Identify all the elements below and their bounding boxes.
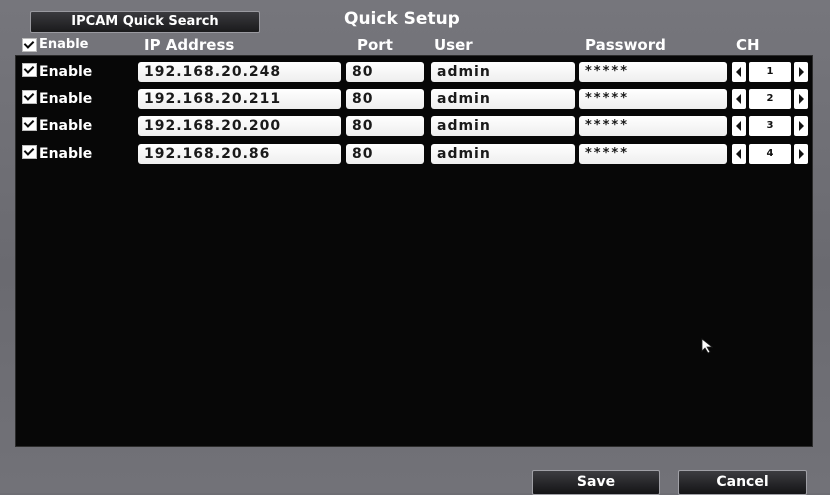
cancel-button[interactable]: Cancel [678,470,807,495]
camera-row: Enable 192.168.20.211 80 admin ***** 2 [0,88,830,110]
enable-toggle[interactable]: Enable [22,117,92,135]
channel-selector: 2 [732,89,808,109]
chevron-left-icon[interactable] [732,116,746,136]
camera-row: Enable 192.168.20.248 80 admin ***** 1 [0,61,830,83]
checkbox-checked-icon[interactable] [22,117,37,131]
channel-value: 3 [749,116,791,136]
chevron-right-icon[interactable] [794,144,808,164]
enable-label: Enable [39,91,93,107]
checkbox-checked-icon[interactable] [22,37,37,52]
checkbox-checked-icon[interactable] [22,145,37,159]
camera-row: Enable 192.168.20.86 80 admin ***** 4 [0,143,830,165]
user-field[interactable]: admin [431,62,575,82]
enable-label: Enable [39,118,93,134]
channel-selector: 1 [732,62,808,82]
chevron-left-icon[interactable] [732,62,746,82]
channel-selector: 3 [732,116,808,136]
checkbox-checked-icon[interactable] [22,63,37,77]
camera-row: Enable 192.168.20.200 80 admin ***** 3 [0,115,830,137]
header-password: Password [585,36,666,54]
port-field[interactable]: 80 [346,89,424,109]
header-ip-address: IP Address [144,36,235,54]
header-channel: CH [736,36,760,54]
header-port: Port [357,36,393,54]
user-field[interactable]: admin [431,89,575,109]
chevron-left-icon[interactable] [732,144,746,164]
user-field[interactable]: admin [431,144,575,164]
header-enable-all[interactable]: Enable [22,35,89,55]
ip-address-field[interactable]: 192.168.20.211 [138,89,341,109]
camera-list-panel [15,55,813,447]
chevron-right-icon[interactable] [794,116,808,136]
port-field[interactable]: 80 [346,144,424,164]
enable-label: Enable [39,146,93,162]
user-field[interactable]: admin [431,116,575,136]
password-field[interactable]: ***** [579,116,727,136]
ip-address-field[interactable]: 192.168.20.86 [138,144,341,164]
enable-label: Enable [39,64,93,80]
header-user: User [434,36,473,54]
ipcam-quick-search-button[interactable]: IPCAM Quick Search [30,11,260,33]
port-field[interactable]: 80 [346,62,424,82]
enable-toggle[interactable]: Enable [22,63,92,81]
channel-value: 2 [749,89,791,109]
header-enable-label: Enable [39,37,89,52]
port-field[interactable]: 80 [346,116,424,136]
checkbox-checked-icon[interactable] [22,90,37,104]
password-field[interactable]: ***** [579,89,727,109]
quick-setup-dialog: IPCAM Quick Search Quick Setup Enable IP… [0,0,830,495]
enable-toggle[interactable]: Enable [22,145,92,163]
chevron-left-icon[interactable] [732,89,746,109]
dialog-title: Quick Setup [344,9,460,29]
chevron-right-icon[interactable] [794,89,808,109]
save-button[interactable]: Save [532,470,660,495]
password-field[interactable]: ***** [579,62,727,82]
ip-address-field[interactable]: 192.168.20.200 [138,116,341,136]
ip-address-field[interactable]: 192.168.20.248 [138,62,341,82]
enable-toggle[interactable]: Enable [22,90,92,108]
password-field[interactable]: ***** [579,144,727,164]
mouse-pointer-icon [701,338,714,354]
chevron-right-icon[interactable] [794,62,808,82]
channel-value: 4 [749,144,791,164]
channel-value: 1 [749,62,791,82]
channel-selector: 4 [732,144,808,164]
